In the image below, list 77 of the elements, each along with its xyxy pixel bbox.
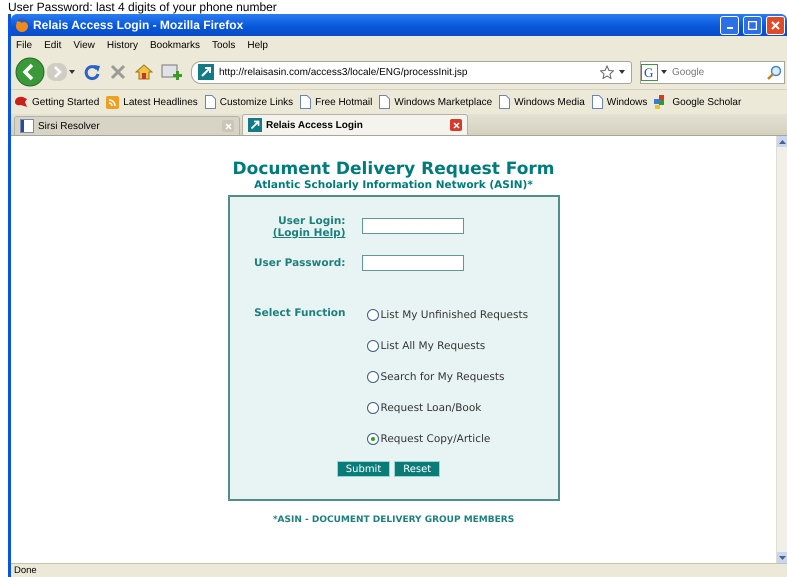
bookmark-item[interactable]: Customize Links — [204, 95, 294, 109]
page-icon — [592, 95, 603, 109]
close-icon — [224, 122, 232, 130]
scrollbar[interactable] — [776, 136, 787, 563]
menu-item[interactable]: Tools — [212, 40, 236, 51]
browser-tab[interactable]: Relais Access Login — [242, 114, 468, 135]
dropdown-arrow-icon[interactable] — [619, 70, 625, 74]
window-title: Relais Access Login - Mozilla Firefox — [33, 18, 244, 32]
search-icon[interactable] — [767, 64, 782, 80]
menu-item[interactable]: Edit — [44, 40, 62, 51]
field-label: User Login: — [278, 215, 346, 227]
maximize-button[interactable] — [743, 16, 762, 34]
site-icon — [248, 118, 262, 132]
form-subtitle: Atlantic Scholarly Information Network (ASIN)* — [254, 179, 533, 191]
google-letter: G — [644, 64, 654, 80]
site-icon — [198, 64, 214, 80]
browser-tab[interactable]: Sirsi Resolver — [14, 116, 240, 135]
bookmark-item[interactable]: Windows Media — [499, 95, 585, 109]
status-bar: Done — [11, 563, 787, 577]
google-g-icon[interactable]: G — [641, 64, 658, 80]
submit-button[interactable]: Submit — [336, 461, 390, 477]
radio-option[interactable]: List My Unfinished Requests — [366, 309, 558, 321]
page-icon — [300, 95, 312, 109]
password-input-field[interactable] — [362, 255, 464, 271]
page-icon — [204, 95, 216, 109]
menu-item[interactable]: Bookmarks — [150, 40, 200, 51]
caption-text: User Password: last 4 digits of your phone number — [7, 0, 277, 14]
minimize-button[interactable] — [720, 16, 739, 34]
bookmark-item[interactable]: Windows — [592, 95, 648, 109]
fox-icon — [14, 96, 28, 108]
search-field[interactable]: G Google — [640, 60, 785, 84]
scroll-up-arrow-icon[interactable] — [778, 140, 786, 144]
page-icon — [379, 95, 390, 109]
page-e-icon — [20, 119, 34, 133]
radio-option[interactable]: List All My Requests — [366, 340, 558, 352]
tab-close-button[interactable] — [450, 119, 462, 131]
bookmark-item[interactable]: Getting Started — [14, 96, 100, 108]
radio-button[interactable] — [366, 371, 378, 383]
footnote-text: *ASIN - DOCUMENT DELIVERY GROUP MEMBERS — [272, 515, 514, 525]
dropdown-arrow-icon[interactable] — [69, 70, 75, 74]
bookmark-item[interactable]: Latest Headlines — [106, 96, 198, 108]
dropdown-arrow-icon[interactable] — [661, 70, 667, 74]
menu-item[interactable]: History — [106, 40, 138, 51]
login-help-link[interactable]: (Login Help) — [272, 227, 346, 239]
bookmark-item[interactable]: Windows Marketplace — [379, 95, 492, 109]
scroll-down-arrow-icon[interactable] — [778, 556, 786, 560]
close-button[interactable] — [766, 16, 785, 34]
radio-option[interactable]: Request Copy/Article — [366, 433, 558, 445]
radio-button[interactable] — [366, 402, 378, 414]
field-label: User Password: — [254, 257, 346, 269]
menu-item[interactable]: View — [73, 40, 95, 51]
reload-icon[interactable] — [83, 63, 101, 81]
menu-item[interactable]: File — [16, 40, 32, 51]
home-icon[interactable] — [135, 63, 153, 81]
firefox-logo-icon — [15, 18, 29, 32]
radio-button[interactable] — [366, 340, 378, 352]
folder-add-icon[interactable] — [161, 62, 183, 82]
star-icon[interactable] — [600, 65, 614, 79]
address-bar[interactable]: http://relaisasin.com/access3/locale/ENG/processInit.jsp — [191, 60, 632, 84]
close-icon — [771, 20, 780, 30]
radio-option[interactable]: Request Loan/Book — [366, 402, 558, 414]
field-label: Select Function — [254, 307, 346, 319]
back-button[interactable] — [15, 57, 45, 87]
radio-button[interactable] — [366, 309, 378, 321]
minimize-icon — [726, 27, 732, 29]
login-input-field[interactable] — [362, 218, 464, 234]
form-title: Document Delivery Request Form — [232, 160, 554, 179]
bookmark-item[interactable]: Free Hotmail — [300, 95, 372, 109]
maximize-icon — [748, 20, 757, 30]
page-icon — [499, 95, 510, 109]
reset-button[interactable]: Reset — [394, 461, 440, 477]
radio-button[interactable] — [366, 433, 378, 445]
menu-item[interactable]: Help — [247, 40, 268, 51]
feed-icon — [106, 96, 120, 108]
bookmark-item[interactable]: Google Scholar — [654, 95, 742, 109]
radio-option[interactable]: Search for My Requests — [366, 371, 558, 383]
close-icon — [452, 122, 460, 128]
